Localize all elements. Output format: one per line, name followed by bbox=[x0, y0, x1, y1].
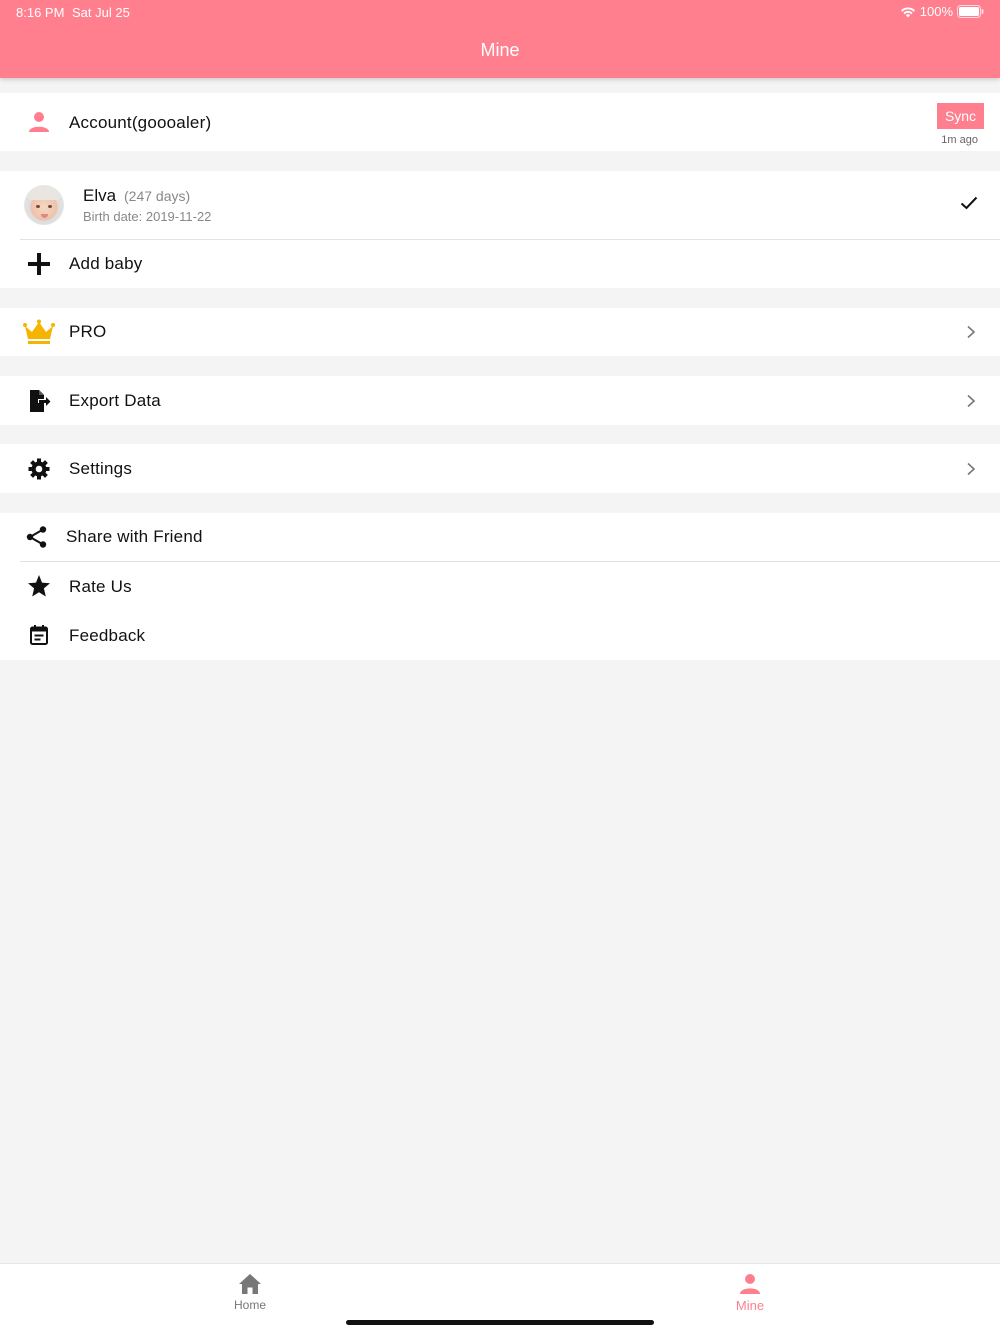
wifi-icon bbox=[900, 6, 916, 18]
chevron-right-icon bbox=[967, 394, 976, 408]
baby-row[interactable]: Elva (247 days) Birth date: 2019-11-22 bbox=[0, 171, 1000, 239]
page-title: Mine bbox=[480, 40, 520, 60]
account-row[interactable]: Account(goooaler) Sync 1m ago bbox=[0, 93, 1000, 151]
pro-section: PRO bbox=[0, 308, 1000, 356]
plus-icon bbox=[22, 247, 56, 281]
baby-avatar bbox=[24, 185, 64, 225]
feedback-label: Feedback bbox=[69, 626, 146, 645]
home-indicator bbox=[346, 1320, 654, 1325]
export-row[interactable]: Export Data bbox=[0, 376, 1000, 425]
export-file-icon bbox=[22, 384, 56, 418]
baby-birth-date: Birth date: 2019-11-22 bbox=[83, 209, 212, 224]
home-icon bbox=[237, 1273, 263, 1295]
pro-row[interactable]: PRO bbox=[0, 308, 1000, 356]
settings-row[interactable]: Settings bbox=[0, 444, 1000, 493]
baby-days: (247 days) bbox=[124, 188, 191, 204]
battery-icon bbox=[957, 5, 984, 18]
status-right: 100% bbox=[900, 4, 984, 19]
tab-mine[interactable]: Mine bbox=[690, 1264, 810, 1324]
status-time: 8:16 PM bbox=[16, 5, 65, 20]
add-baby-label: Add baby bbox=[69, 254, 143, 273]
person-icon bbox=[737, 1273, 763, 1295]
settings-section: Settings bbox=[0, 444, 1000, 493]
account-label: Account(goooaler) bbox=[69, 113, 212, 132]
share-row[interactable]: Share with Friend bbox=[0, 513, 1000, 561]
misc-section: Share with Friend Rate Us Feedback bbox=[0, 513, 1000, 660]
settings-label: Settings bbox=[69, 459, 133, 478]
tab-mine-label: Mine bbox=[735, 1298, 765, 1313]
sync-button[interactable]: Sync bbox=[937, 103, 984, 129]
chevron-right-icon bbox=[967, 462, 976, 476]
gear-icon bbox=[22, 452, 56, 486]
baby-section: Elva (247 days) Birth date: 2019-11-22 A… bbox=[0, 171, 1000, 288]
tab-home-label: Home bbox=[233, 1298, 266, 1312]
star-icon bbox=[22, 569, 56, 603]
tab-home[interactable]: Home bbox=[190, 1264, 310, 1324]
export-label: Export Data bbox=[69, 391, 161, 410]
rate-label: Rate Us bbox=[69, 577, 132, 596]
sync-time: 1m ago bbox=[941, 134, 978, 146]
share-icon bbox=[20, 520, 54, 554]
check-icon bbox=[960, 196, 978, 215]
export-section: Export Data bbox=[0, 376, 1000, 425]
header: 8:16 PM Sat Jul 25 100% Mine bbox=[0, 0, 1000, 78]
status-date: Sat Jul 25 bbox=[72, 5, 130, 20]
account-section: Account(goooaler) Sync 1m ago bbox=[0, 93, 1000, 151]
battery-percent: 100% bbox=[919, 4, 953, 19]
rate-row[interactable]: Rate Us bbox=[0, 562, 1000, 611]
app: 8:16 PM Sat Jul 25 100% Mine Account(goo… bbox=[0, 0, 1000, 1334]
pro-label: PRO bbox=[69, 322, 107, 341]
feedback-row[interactable]: Feedback bbox=[0, 611, 1000, 660]
share-label: Share with Friend bbox=[66, 527, 203, 546]
feedback-calendar-icon bbox=[22, 618, 56, 652]
baby-name: Elva bbox=[83, 186, 117, 205]
crown-icon bbox=[22, 315, 56, 349]
add-baby-row[interactable]: Add baby bbox=[0, 240, 1000, 288]
person-icon bbox=[22, 105, 56, 139]
chevron-right-icon bbox=[967, 325, 976, 339]
